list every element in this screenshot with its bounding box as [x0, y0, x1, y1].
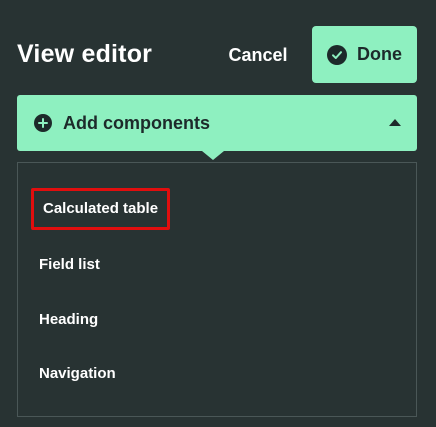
cancel-button[interactable]: Cancel [220, 36, 296, 74]
done-button-label: Done [357, 44, 402, 64]
check-circle-icon [327, 44, 347, 65]
caret-up-icon [389, 119, 401, 126]
header: View editor Cancel Done [0, 0, 436, 86]
menu-item-calculated-table[interactable]: Calculated table [31, 188, 171, 230]
menu-item-heading[interactable]: Heading [39, 310, 98, 330]
components-menu: Calculated table Field list Heading Navi… [17, 162, 417, 417]
plus-circle-icon [34, 114, 52, 132]
menu-item-field-list[interactable]: Field list [39, 255, 100, 275]
view-editor-panel: View editor Cancel Done Add components C… [0, 0, 436, 427]
page-title: View editor [17, 40, 153, 68]
menu-item-navigation[interactable]: Navigation [39, 364, 116, 384]
done-button[interactable]: Done [312, 26, 417, 83]
add-components-dropdown[interactable]: Add components [17, 95, 417, 151]
add-components-label: Add components [63, 113, 210, 133]
dropdown-pointer [202, 151, 224, 160]
